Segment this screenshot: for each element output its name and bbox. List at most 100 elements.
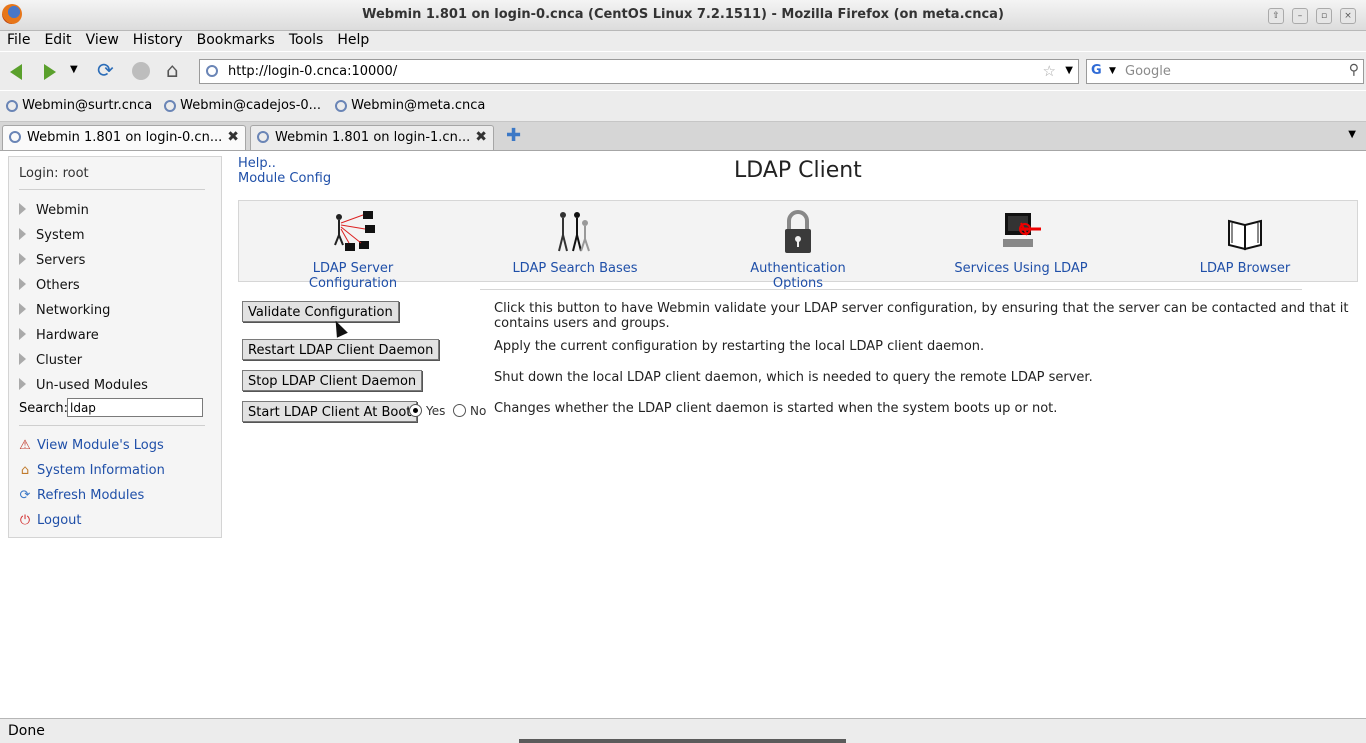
restart-ldap-client-daemon-button[interactable]: Restart LDAP Client Daemon <box>242 339 440 360</box>
sidebar-item-cluster[interactable]: Cluster <box>19 353 82 368</box>
back-button[interactable] <box>6 60 30 84</box>
link-label: System Information <box>37 463 165 478</box>
window-maximize-button[interactable]: ▫ <box>1316 8 1332 24</box>
services-using-ldap-button[interactable]: Services Using LDAP <box>951 209 1091 276</box>
menu-bar: File Edit View History Bookmarks Tools Help <box>0 31 1366 51</box>
status-progress-bar <box>519 739 846 743</box>
sidebar-item-label: Servers <box>36 253 86 268</box>
stop-icon[interactable] <box>132 62 150 80</box>
url-text[interactable]: http://login-0.cnca:10000/ <box>228 64 397 79</box>
boot-yes-radio[interactable] <box>409 404 422 417</box>
reload-icon[interactable]: ⟳ <box>97 58 121 82</box>
menu-bookmarks[interactable]: Bookmarks <box>190 31 282 48</box>
open-book-icon <box>1221 209 1269 255</box>
bookmark-item[interactable]: Webmin@meta.cnca <box>335 98 485 113</box>
new-tab-icon[interactable]: ✚ <box>506 125 521 146</box>
icon-label[interactable]: Authentication Options <box>725 261 871 291</box>
sidebar-item-unused-modules[interactable]: Un-used Modules <box>19 378 148 393</box>
menu-tools[interactable]: Tools <box>282 31 331 48</box>
history-dropdown-icon[interactable]: ▼ <box>70 64 94 88</box>
sidebar-item-networking[interactable]: Networking <box>19 303 110 318</box>
menu-view[interactable]: View <box>79 31 126 48</box>
network-servers-icon <box>329 209 377 255</box>
webmin-icon <box>257 131 269 143</box>
search-icon[interactable]: ⚲ <box>1349 62 1359 78</box>
forward-arrow-icon <box>44 64 56 80</box>
status-bar: Done <box>0 718 1366 743</box>
padlock-icon <box>774 209 822 255</box>
window-close-button[interactable]: × <box>1340 8 1356 24</box>
google-engine-icon[interactable]: G <box>1091 63 1102 78</box>
tab-login-0[interactable]: Webmin 1.801 on login-0.cn... ✖ <box>2 125 246 150</box>
stop-ldap-client-daemon-button[interactable]: Stop LDAP Client Daemon <box>242 370 423 391</box>
icon-label[interactable]: LDAP Search Bases <box>505 261 645 276</box>
webmin-icon <box>335 99 347 112</box>
icon-label[interactable]: LDAP Browser <box>1189 261 1301 276</box>
menu-help[interactable]: Help <box>330 31 376 48</box>
tab-label: Webmin 1.801 on login-0.cn... <box>27 130 223 145</box>
system-information-link[interactable]: ⌂ System Information <box>17 463 165 478</box>
search-placeholder[interactable]: Google <box>1125 64 1171 79</box>
module-icon-bar: LDAP Server Configuration LDAP Search Ba… <box>238 200 1358 291</box>
menu-file[interactable]: File <box>0 31 37 48</box>
bookmarks-toolbar: Webmin@surtr.cnca Webmin@cadejos-0... We… <box>0 91 1366 122</box>
login-label: Login: root <box>19 166 89 181</box>
sidebar-item-label: Webmin <box>36 203 89 218</box>
validate-configuration-description: Click this button to have Webmin validat… <box>494 301 1349 331</box>
ldap-search-bases-button[interactable]: LDAP Search Bases <box>505 209 645 276</box>
webmin-icon <box>164 99 176 112</box>
module-config-link[interactable]: Module Config <box>238 171 331 186</box>
bookmark-label: Webmin@meta.cnca <box>351 98 486 113</box>
help-link[interactable]: Help.. <box>238 156 331 171</box>
menu-history[interactable]: History <box>126 31 190 48</box>
engine-dropdown-icon[interactable]: ▼ <box>1109 66 1116 76</box>
close-tab-icon[interactable]: ✖ <box>227 129 239 145</box>
logout-link[interactable]: ⏻ Logout <box>17 513 82 528</box>
module-search-input[interactable] <box>67 398 203 417</box>
icon-label[interactable]: Services Using LDAP <box>951 261 1091 276</box>
ldap-browser-button[interactable]: LDAP Browser <box>1189 209 1301 276</box>
sidebar-item-label: Networking <box>36 303 111 318</box>
site-icon <box>206 65 218 77</box>
section-divider <box>480 289 1302 290</box>
menu-edit[interactable]: Edit <box>37 31 78 48</box>
bookmark-item[interactable]: Webmin@cadejos-0... <box>164 98 321 113</box>
home-icon: ⌂ <box>20 463 30 478</box>
bookmark-label: Webmin@cadejos-0... <box>180 98 322 113</box>
tab-login-1[interactable]: Webmin 1.801 on login-1.cn... ✖ <box>250 125 494 150</box>
boot-no-label: No <box>470 404 487 418</box>
refresh-modules-link[interactable]: ⟳ Refresh Modules <box>17 488 145 503</box>
warning-icon: ⚠ <box>19 438 31 453</box>
start-ldap-client-at-boot-button[interactable]: Start LDAP Client At Boot <box>242 401 418 422</box>
sidebar-item-hardware[interactable]: Hardware <box>19 328 99 343</box>
sidebar-item-others[interactable]: Others <box>19 278 80 293</box>
sidebar-item-webmin[interactable]: Webmin <box>19 203 89 218</box>
authentication-options-button[interactable]: Authentication Options <box>725 209 871 291</box>
sidebar-item-system[interactable]: System <box>19 228 84 243</box>
search-bar[interactable]: G ▼ Google ⚲ <box>1086 59 1364 84</box>
close-tab-icon[interactable]: ✖ <box>475 129 487 145</box>
icon-label[interactable]: LDAP Server Configuration <box>269 261 437 291</box>
home-icon[interactable]: ⌂ <box>166 58 190 82</box>
bookmark-label: Webmin@surtr.cnca <box>22 98 153 113</box>
forward-button[interactable] <box>38 60 62 84</box>
sidebar-item-label: System <box>36 228 85 243</box>
bookmark-star-icon[interactable]: ☆ <box>1043 62 1056 80</box>
validate-configuration-button[interactable]: Validate Configuration <box>242 301 399 322</box>
window-up-icon[interactable]: ⇧ <box>1268 8 1284 24</box>
webmin-icon <box>6 99 18 112</box>
people-icon <box>551 209 599 255</box>
boot-no-radio[interactable] <box>453 404 466 417</box>
url-dropdown-icon[interactable]: ▼ <box>1065 65 1073 76</box>
bookmark-item[interactable]: Webmin@surtr.cnca <box>6 98 152 113</box>
url-bar[interactable]: http://login-0.cnca:10000/ ☆ ▼ <box>199 59 1079 84</box>
back-arrow-icon <box>10 64 22 80</box>
ldap-server-configuration-button[interactable]: LDAP Server Configuration <box>269 209 437 291</box>
window-minimize-button[interactable]: – <box>1292 8 1308 24</box>
sidebar-divider <box>19 425 205 426</box>
sidebar-item-label: Cluster <box>36 353 83 368</box>
restart-daemon-description: Apply the current configuration by resta… <box>494 339 985 354</box>
sidebar-item-servers[interactable]: Servers <box>19 253 85 268</box>
tab-list-dropdown-icon[interactable]: ▼ <box>1348 129 1356 140</box>
view-module-logs-link[interactable]: ⚠ View Module's Logs <box>17 438 164 453</box>
